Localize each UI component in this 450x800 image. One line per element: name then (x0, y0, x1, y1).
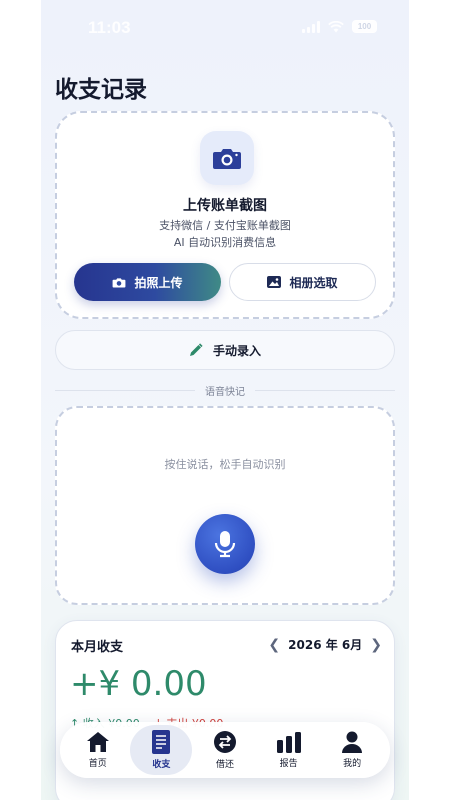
ledger-icon (152, 730, 171, 754)
chevron-right-icon[interactable]: ❯ (370, 637, 382, 653)
tab-home[interactable]: 首页 (67, 725, 129, 775)
upload-title: 上传账单截图 (183, 198, 267, 214)
microphone-icon (214, 531, 236, 558)
app-screen: 11:03 100 收支记录 上传账单截图 支持微信 / 支付宝账单截图 AI … (41, 0, 409, 800)
person-icon (342, 731, 363, 753)
image-icon (267, 276, 282, 288)
camera-upload-button[interactable]: 拍照上传 (74, 263, 221, 301)
upload-subtitle-1: 支持微信 / 支付宝账单截图 (159, 219, 291, 232)
status-bar: 11:03 100 (41, 0, 409, 54)
camera-icon (113, 277, 126, 288)
divider-line-right (255, 390, 395, 391)
month-navigator: ❮ 2026 年 6月 ❯ (268, 636, 382, 653)
camera-upload-label: 拍照上传 (134, 275, 183, 290)
bottom-tab-bar: 首页 收支 借还 报告 我的 (60, 722, 390, 778)
home-icon (86, 732, 109, 752)
tab-ledger[interactable]: 收支 (130, 725, 193, 775)
status-time: 11:03 (88, 18, 131, 37)
voice-hint: 按住说话，松手自动识别 (164, 458, 286, 471)
tab-profile[interactable]: 我的 (321, 725, 383, 775)
upload-card: 上传账单截图 支持微信 / 支付宝账单截图 AI 自动识别消费信息 拍照上传 相… (55, 111, 395, 319)
tab-borrow[interactable]: 借还 (194, 725, 256, 775)
upload-subtitle-2: AI 自动识别消费信息 (173, 236, 277, 249)
tab-report[interactable]: 报告 (258, 725, 320, 775)
page-title: 收支记录 (55, 77, 147, 103)
microphone-button[interactable] (195, 514, 255, 574)
voice-card: 按住说话，松手自动识别 (55, 406, 395, 605)
bar-chart-icon (276, 732, 301, 753)
wifi-icon (328, 20, 344, 32)
tab-home-label: 首页 (88, 759, 107, 769)
voice-section-divider: 语音快记 (55, 382, 395, 398)
chevron-left-icon[interactable]: ❮ (268, 637, 280, 653)
month-summary-title: 本月收支 (71, 640, 124, 655)
manual-entry-label: 手动录入 (212, 343, 261, 358)
net-amount: +¥ 0.00 (70, 664, 207, 704)
pencil-icon (189, 343, 203, 356)
manual-entry-button[interactable]: 手动录入 (55, 330, 395, 370)
status-icons: 100 (302, 20, 377, 33)
exchange-icon (213, 731, 236, 753)
battery-icon: 100 (352, 20, 377, 33)
tab-borrow-label: 借还 (215, 760, 234, 770)
tab-ledger-label: 收支 (152, 760, 171, 770)
album-select-button[interactable]: 相册选取 (229, 263, 376, 301)
camera-icon (213, 149, 241, 169)
tab-report-label: 报告 (279, 759, 298, 769)
month-period-label: 2026 年 6月 (288, 638, 363, 652)
camera-badge (200, 131, 254, 185)
tab-profile-label: 我的 (343, 759, 362, 769)
album-select-label: 相册选取 (289, 275, 338, 290)
signal-icon (302, 20, 320, 33)
